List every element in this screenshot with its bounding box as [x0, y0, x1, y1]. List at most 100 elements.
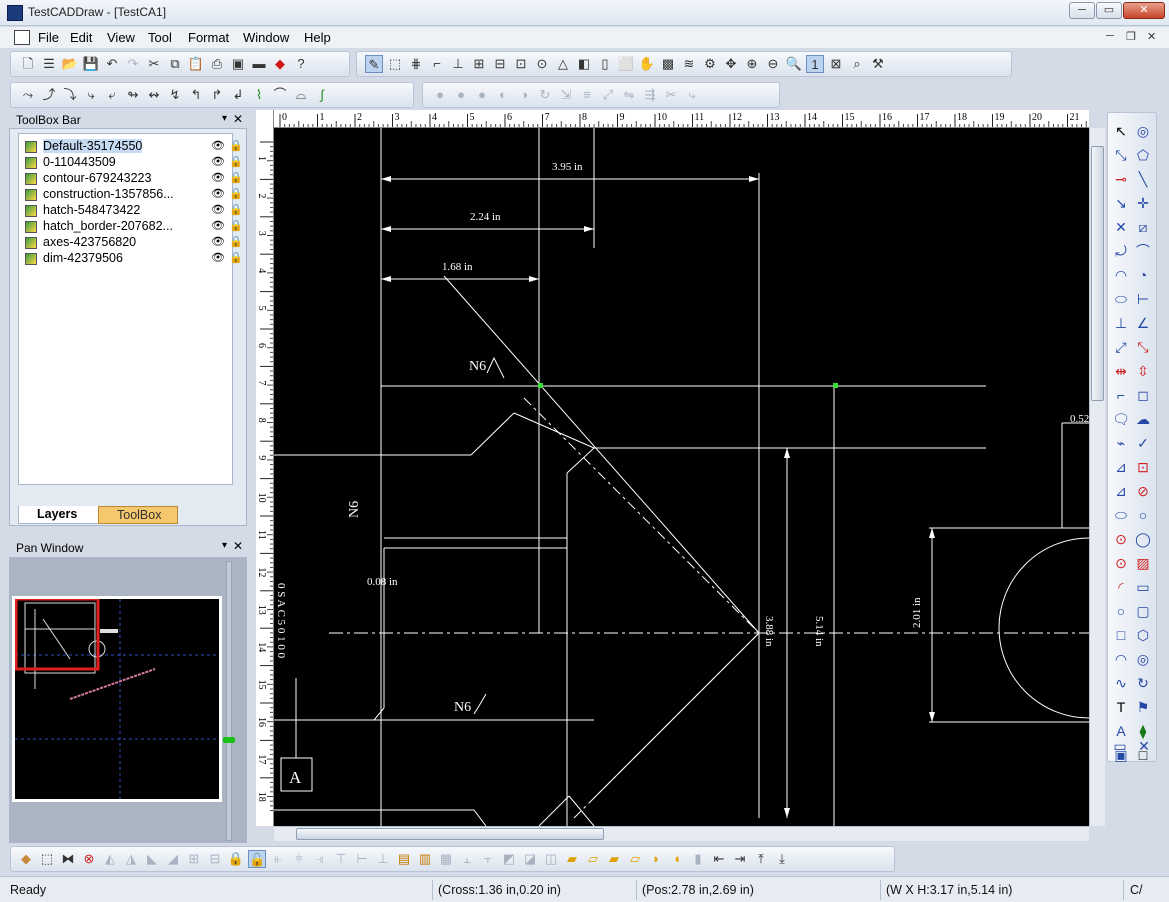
- lock-icon[interactable]: 🔒: [229, 171, 243, 184]
- align-right-icon[interactable]: ⫣: [311, 850, 329, 868]
- drawing-canvas[interactable]: 3.95 in 2.24 in 1.68 in 0.08 in 0.52 3.8…: [274, 128, 1089, 826]
- cut-icon[interactable]: ✂: [145, 55, 163, 73]
- redo-icon[interactable]: ↷: [124, 55, 142, 73]
- align-left-icon[interactable]: ⫦: [269, 850, 287, 868]
- same-height-icon[interactable]: ▥: [416, 850, 434, 868]
- offset-icon[interactable]: ⇶: [641, 86, 659, 104]
- menu-window[interactable]: Window: [243, 30, 289, 45]
- node-cusp-icon[interactable]: ↯: [166, 86, 184, 104]
- union-icon[interactable]: ●: [431, 86, 449, 104]
- rotate-right-icon[interactable]: ◢: [164, 850, 182, 868]
- extend-icon[interactable]: ⤷: [683, 86, 701, 104]
- eye-icon[interactable]: 👁: [211, 251, 225, 264]
- ungroup-icon[interactable]: ⬚: [38, 850, 56, 868]
- ray-icon[interactable]: ↘: [1111, 193, 1131, 213]
- center-h-icon[interactable]: ⫠: [458, 850, 476, 868]
- zoom-slider[interactable]: [223, 561, 235, 841]
- arc-node-icon[interactable]: ⌒: [271, 86, 289, 104]
- snap-center-icon[interactable]: ⊙: [533, 55, 551, 73]
- lock-icon[interactable]: 🔒: [229, 187, 243, 200]
- dim-horizontal-icon[interactable]: ⊢: [1133, 289, 1153, 309]
- dim-baseline-icon[interactable]: ⇹: [1111, 361, 1131, 381]
- draw-mode-icon[interactable]: ✎: [365, 55, 383, 73]
- page-icon[interactable]: ▯: [596, 55, 614, 73]
- zoom-previous-icon[interactable]: ⌕: [848, 55, 866, 73]
- move-right-icon[interactable]: ⇥: [731, 850, 749, 868]
- center-v-icon[interactable]: ⫟: [479, 850, 497, 868]
- to-front-icon[interactable]: ▰: [605, 850, 623, 868]
- crosshair-icon[interactable]: ✛: [1133, 193, 1153, 213]
- undo-icon[interactable]: ↶: [103, 55, 121, 73]
- break-apart-icon[interactable]: ⊗: [80, 850, 98, 868]
- panel-close-icon[interactable]: ✕: [233, 112, 243, 126]
- snap-nearest-icon[interactable]: ⊡: [512, 55, 530, 73]
- snap-intersection-icon[interactable]: ⊞: [470, 55, 488, 73]
- arc2-icon[interactable]: ◠: [1111, 265, 1131, 285]
- open-folder-icon[interactable]: 📂: [61, 55, 79, 73]
- lock-icon[interactable]: 🔒: [229, 139, 243, 152]
- panel-close-icon[interactable]: ✕: [233, 539, 243, 553]
- move-left-icon[interactable]: ⇤: [710, 850, 728, 868]
- dim-angle-icon[interactable]: ∠: [1133, 313, 1153, 333]
- zoom-window-icon[interactable]: 🔍: [785, 55, 803, 73]
- align-icon[interactable]: ≡: [578, 86, 596, 104]
- zoom-in-icon[interactable]: ⊕: [743, 55, 761, 73]
- layer-row[interactable]: contour-679243223 👁 🔒: [25, 171, 243, 187]
- bring-front-icon[interactable]: ◫: [542, 850, 560, 868]
- layer-row[interactable]: Default-35174550 👁 🔒: [25, 139, 243, 155]
- snap-midpoint-icon[interactable]: ⊟: [491, 55, 509, 73]
- circle-2pt-icon[interactable]: ◯: [1133, 529, 1153, 549]
- datum-icon[interactable]: ⊡: [1133, 457, 1153, 477]
- trim-icon[interactable]: ✂: [662, 86, 680, 104]
- eye-icon[interactable]: 👁: [211, 203, 225, 216]
- paste-icon[interactable]: 📋: [187, 55, 205, 73]
- menu-edit[interactable]: Edit: [70, 30, 92, 45]
- rotate-tool-icon[interactable]: ↻: [1133, 673, 1153, 693]
- arc-3pt-icon[interactable]: ◜: [1111, 577, 1131, 597]
- arc-tool-icon[interactable]: ⌒: [1133, 241, 1153, 261]
- pointer-icon[interactable]: ↖: [1111, 121, 1131, 141]
- backward-icon[interactable]: ◖: [668, 850, 686, 868]
- point-icon[interactable]: ⊸: [1111, 169, 1131, 189]
- rectangle-tool-icon[interactable]: ▬: [250, 55, 268, 73]
- chamfer-icon[interactable]: ◑: [515, 86, 533, 104]
- text-icon[interactable]: T: [1111, 697, 1131, 717]
- lock-icon[interactable]: 🔒: [229, 203, 243, 216]
- horizontal-scroll-thumb[interactable]: [296, 828, 604, 840]
- pan-preview[interactable]: [12, 596, 222, 802]
- lock-icon[interactable]: 🔒: [229, 251, 243, 264]
- layer-row[interactable]: construction-1357856... 👁 🔒: [25, 187, 243, 203]
- pan-window[interactable]: [9, 557, 247, 843]
- oval-icon[interactable]: ⬭: [1111, 505, 1131, 525]
- node-delete-icon[interactable]: ⤵: [61, 86, 79, 104]
- polygon-select-icon[interactable]: ⬠: [1133, 145, 1153, 165]
- square-icon[interactable]: □: [1111, 625, 1131, 645]
- flip-h-icon[interactable]: ◭: [101, 850, 119, 868]
- rotate-select-icon[interactable]: ◎: [1133, 121, 1153, 141]
- spline-tool-icon[interactable]: ⤾: [1111, 241, 1131, 261]
- break-icon[interactable]: ⊘: [1133, 481, 1153, 501]
- mdi-close-button[interactable]: ✕: [1147, 30, 1156, 43]
- menu-format[interactable]: Format: [188, 30, 229, 45]
- node-edit-icon[interactable]: ⤳: [19, 86, 37, 104]
- distribute-icon[interactable]: ⊞: [185, 850, 203, 868]
- move-up-icon[interactable]: ⤒: [752, 850, 770, 868]
- node-line-icon[interactable]: ↰: [187, 86, 205, 104]
- stretch-icon[interactable]: ⤢: [599, 86, 617, 104]
- node-symmetric-icon[interactable]: ↭: [145, 86, 163, 104]
- snap-endpoint-icon[interactable]: ⌐: [428, 55, 446, 73]
- open-icon[interactable]: ☰: [40, 55, 58, 73]
- rotate-icon[interactable]: ↻: [536, 86, 554, 104]
- weld-icon[interactable]: ⌁: [1111, 433, 1131, 453]
- arc-center-icon[interactable]: ◠: [1111, 649, 1131, 669]
- dim-aligned-icon[interactable]: ⤢: [1111, 337, 1131, 357]
- layer-row[interactable]: hatch-548473422 👁 🔒: [25, 203, 243, 219]
- donut-icon[interactable]: ◎: [1133, 649, 1153, 669]
- layer-row[interactable]: 0-110443509 👁 🔒: [25, 155, 243, 171]
- surface-finish-icon[interactable]: ✓: [1133, 433, 1153, 453]
- node-join-icon[interactable]: ⤶: [103, 86, 121, 104]
- align-bottom-icon[interactable]: ⊥: [374, 850, 392, 868]
- node-select-icon[interactable]: ⤡: [1111, 145, 1131, 165]
- close-button[interactable]: ✕: [1123, 2, 1165, 19]
- document-icon[interactable]: [14, 30, 30, 45]
